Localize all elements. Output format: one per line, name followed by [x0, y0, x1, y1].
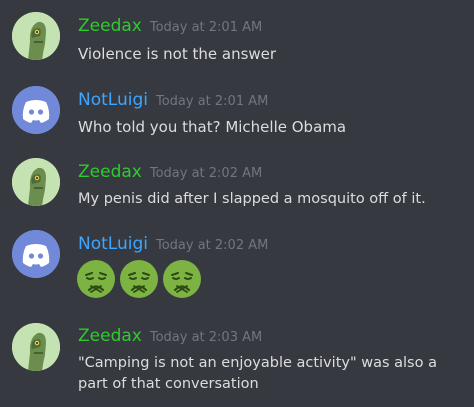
message-author[interactable]: Zeedax	[78, 326, 142, 346]
message-author[interactable]: Zeedax	[78, 16, 142, 36]
discord-logo-icon	[12, 86, 60, 134]
zeedax-avatar[interactable]	[12, 12, 60, 60]
notluigi-avatar[interactable]	[12, 230, 60, 278]
emoji-row	[76, 259, 202, 299]
message-text: "Camping is not an enjoyable activity" w…	[78, 355, 437, 392]
message-timestamp: Today at 2:02 AM	[149, 166, 263, 181]
zeedax-avatar-icon	[12, 158, 60, 206]
message-text: My penis did after I slapped a mosquito …	[78, 191, 426, 207]
message-author[interactable]: NotLuigi	[78, 90, 148, 110]
message-text: Violence is not the answer	[78, 45, 277, 63]
message-timestamp: Today at 2:02 AM	[155, 238, 269, 253]
discord-logo-icon	[12, 230, 60, 278]
message-timestamp: Today at 2:03 AM	[149, 330, 263, 345]
notluigi-avatar[interactable]	[12, 86, 60, 134]
zeedax-avatar-icon	[12, 323, 60, 371]
message-timestamp: Today at 2:01 AM	[155, 94, 269, 109]
nauseated-face-icon[interactable]	[119, 259, 159, 299]
nauseated-face-icon[interactable]	[162, 259, 202, 299]
message-text: Who told you that? Michelle Obama	[78, 118, 347, 136]
nauseated-face-icon[interactable]	[76, 259, 116, 299]
zeedax-avatar[interactable]	[12, 158, 60, 206]
zeedax-avatar-icon	[12, 12, 60, 60]
zeedax-avatar[interactable]	[12, 323, 60, 371]
message-author[interactable]: Zeedax	[78, 162, 142, 182]
message-timestamp: Today at 2:01 AM	[149, 20, 263, 35]
message-author[interactable]: NotLuigi	[78, 234, 148, 254]
